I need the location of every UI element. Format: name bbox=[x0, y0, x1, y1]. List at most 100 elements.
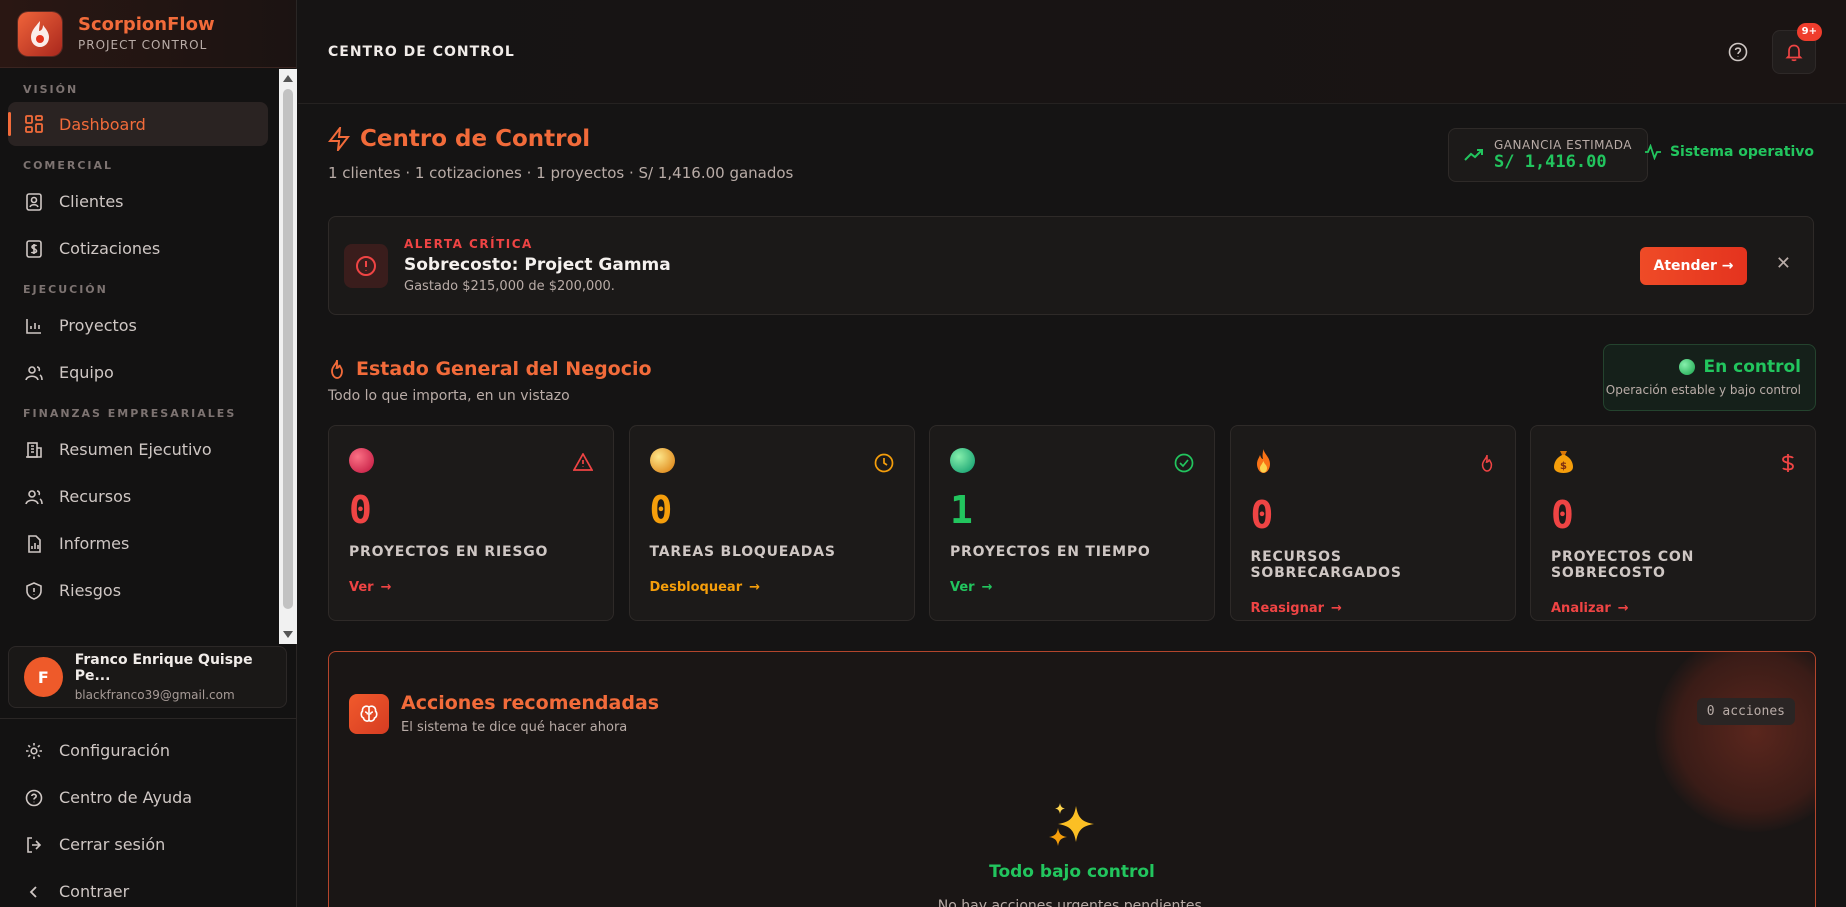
kpi-card-sobrecosto[interactable]: $ 0 PROYECTOS CON SOBRECOSTO Analizar → bbox=[1530, 425, 1816, 621]
yellow-ball-icon bbox=[649, 448, 675, 473]
brand-subtitle: PROJECT CONTROL bbox=[78, 37, 208, 52]
sidebar-item-informes[interactable]: Informes bbox=[0, 520, 280, 567]
users-icon bbox=[25, 365, 43, 380]
brand-header: ScorpionFlow PROJECT CONTROL bbox=[0, 0, 296, 68]
chart-icon bbox=[26, 318, 41, 334]
kpi-card-riesgo[interactable]: 0 PROYECTOS EN RIESGO Ver → bbox=[328, 425, 614, 621]
hero-title: Centro de Control bbox=[360, 126, 591, 152]
sidebar-item-centro-ayuda[interactable]: Centro de Ayuda bbox=[0, 774, 297, 821]
kpi-label: PROYECTOS CON SOBRECOSTO bbox=[1551, 549, 1695, 581]
user-name: Franco Enrique Quispe Pe... bbox=[74, 652, 253, 684]
warning-icon bbox=[573, 453, 593, 471]
sidebar-item-resumen-ejecutivo[interactable]: Resumen Ejecutivo bbox=[0, 426, 280, 473]
brain-icon bbox=[349, 693, 389, 734]
kpi-value: 0 bbox=[1551, 493, 1574, 537]
sidebar-item-label: Riesgos bbox=[59, 581, 122, 600]
alert-description: Gastado $215,000 de $200,000. bbox=[404, 279, 615, 294]
empty-state: Todo bajo control No hay acciones urgent… bbox=[329, 802, 1815, 907]
brand-name: ScorpionFlow bbox=[78, 13, 215, 35]
actions-count-badge: 0 acciones bbox=[1696, 698, 1795, 725]
money-bag-icon: $ bbox=[1554, 451, 1573, 473]
kpi-card-bloqueadas[interactable]: 0 TAREAS BLOQUEADAS Desbloquear → bbox=[628, 425, 915, 621]
sidebar-item-configuracion[interactable]: Configuración bbox=[0, 727, 297, 774]
kpi-value: 0 bbox=[349, 488, 372, 532]
scroll-down-arrow-icon[interactable] bbox=[283, 631, 293, 638]
nav-section-comercial: COMERCIAL bbox=[23, 159, 114, 172]
kpi-link[interactable]: Desbloquear → bbox=[650, 580, 894, 595]
attend-button[interactable]: Atender → bbox=[1640, 247, 1747, 285]
arrow-right-icon: → bbox=[1617, 601, 1629, 616]
sidebar-item-label: Dashboard bbox=[59, 114, 146, 134]
kpi-label: PROYECTOS EN RIESGO bbox=[349, 544, 549, 560]
contacts-icon bbox=[26, 192, 42, 211]
kpi-card-en-tiempo[interactable]: 1 PROYECTOS EN TIEMPO Ver → bbox=[929, 425, 1215, 621]
gear-icon bbox=[26, 742, 42, 759]
sidebar-item-label: Recursos bbox=[59, 487, 132, 506]
sidebar-item-label: Cotizaciones bbox=[59, 239, 161, 258]
kpi-link[interactable]: Reasignar → bbox=[1251, 601, 1495, 616]
svg-text:$: $ bbox=[1560, 461, 1567, 472]
avatar: F bbox=[24, 657, 63, 697]
kpi-value: 0 bbox=[1250, 493, 1274, 537]
actions-subtitle: El sistema te dice qué hacer ahora bbox=[401, 720, 628, 735]
state-subtitle: Todo lo que importa, en un vistazo bbox=[328, 388, 570, 404]
sidebar-item-label: Clientes bbox=[59, 192, 124, 211]
notifications-button[interactable]: 9+ bbox=[1772, 22, 1822, 74]
sidebar-item-clientes[interactable]: Clientes bbox=[0, 178, 280, 225]
sidebar-item-label: Contraer bbox=[59, 882, 130, 901]
sidebar-item-equipo[interactable]: Equipo bbox=[0, 349, 280, 396]
kpi-label: TAREAS BLOQUEADAS bbox=[649, 544, 836, 560]
arrow-right-icon: → bbox=[749, 580, 761, 595]
sidebar-item-cotizaciones[interactable]: Cotizaciones bbox=[0, 225, 280, 272]
sidebar-item-label: Configuración bbox=[59, 741, 171, 760]
actions-title: Acciones recomendadas bbox=[401, 692, 660, 714]
nav-section-ejecucion: EJECUCIÓN bbox=[23, 283, 108, 296]
kpi-link[interactable]: Analizar → bbox=[1551, 601, 1795, 616]
scroll-up-arrow-icon[interactable] bbox=[283, 75, 293, 82]
control-subtitle: Operación estable y bajo control bbox=[1605, 383, 1801, 397]
alert-kicker: ALERTA CRÍTICA bbox=[404, 237, 533, 251]
grid-icon bbox=[25, 115, 43, 133]
sidebar-item-proyectos[interactable]: Proyectos bbox=[0, 302, 280, 349]
users-icon bbox=[25, 489, 43, 504]
red-ball-icon bbox=[349, 448, 374, 473]
sidebar-item-dashboard[interactable]: Dashboard bbox=[8, 102, 268, 146]
user-email: blackfranco39@gmail.com bbox=[74, 688, 235, 702]
lightning-icon bbox=[328, 127, 350, 151]
kpi-card-sobrecargados[interactable]: 0 RECURSOS SOBRECARGADOS Reasignar → bbox=[1229, 425, 1516, 621]
empty-subtitle: No hay acciones urgentes pendientes. bbox=[937, 898, 1207, 907]
sidebar-item-label: Informes bbox=[59, 534, 130, 553]
close-icon[interactable]: ✕ bbox=[1776, 253, 1791, 274]
kpi-link[interactable]: Ver → bbox=[950, 580, 1194, 595]
sidebar-nav: VISIÓN Dashboard COMERCIAL Clientes Coti… bbox=[0, 68, 280, 643]
kpi-value: 1 bbox=[950, 488, 973, 532]
chevron-left-icon bbox=[29, 885, 37, 898]
empty-title: Todo bajo control bbox=[989, 862, 1155, 882]
kpi-link-label: Analizar bbox=[1551, 601, 1611, 616]
flame-icon bbox=[1481, 454, 1492, 472]
arrow-right-icon: → bbox=[1331, 601, 1342, 616]
clock-icon bbox=[874, 453, 893, 473]
sidebar-item-recursos[interactable]: Recursos bbox=[0, 473, 280, 520]
sidebar-item-riesgos[interactable]: Riesgos bbox=[0, 567, 280, 614]
kpi-label: PROYECTOS EN TIEMPO bbox=[950, 544, 1151, 560]
kpi-cards: 0 PROYECTOS EN RIESGO Ver → 0 TAREAS BLOQ… bbox=[328, 425, 1816, 621]
kpi-link-label: Ver bbox=[950, 580, 975, 595]
activity-icon bbox=[1644, 144, 1661, 160]
kpi-link-label: Ver bbox=[349, 580, 374, 595]
nav-section-finanzas: FINANZAS EMPRESARIALES bbox=[23, 407, 237, 420]
kpi-link-label: Desbloquear bbox=[649, 580, 743, 595]
recommended-actions: Acciones recomendadas El sistema te dice… bbox=[328, 651, 1816, 907]
hero-section: Centro de Control 1 clientes · 1 cotizac… bbox=[328, 126, 1814, 182]
scrollbar-thumb[interactable] bbox=[283, 89, 293, 609]
notification-badge: 9+ bbox=[1796, 22, 1822, 41]
check-circle-icon bbox=[1174, 453, 1194, 473]
help-icon[interactable] bbox=[1728, 42, 1748, 62]
sidebar-item-contraer[interactable]: Contraer bbox=[0, 868, 297, 907]
sidebar-scrollbar[interactable] bbox=[279, 69, 297, 644]
system-status: Sistema operativo bbox=[1644, 144, 1814, 160]
kpi-link[interactable]: Ver → bbox=[349, 580, 593, 595]
user-profile-card[interactable]: F Franco Enrique Quispe Pe... blackfranc… bbox=[8, 646, 287, 708]
dollar-icon bbox=[1782, 454, 1794, 472]
sidebar-item-cerrar-sesion[interactable]: Cerrar sesión bbox=[0, 821, 297, 868]
